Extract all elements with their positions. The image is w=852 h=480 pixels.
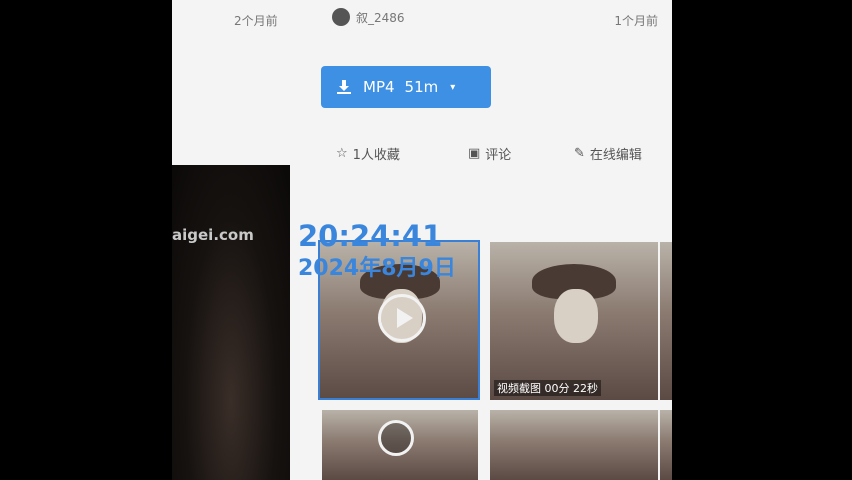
download-button[interactable]: MP4 51m ▾ (321, 66, 491, 108)
favorite-button[interactable]: ☆ 1人收藏 (336, 144, 400, 163)
comment-label: 评论 (485, 148, 512, 163)
timestamp-time: 20:24:41 (298, 219, 443, 253)
download-format: MP4 (363, 78, 395, 96)
post-time-left: 2个月前 (234, 14, 278, 28)
action-bar: ☆ 1人收藏 ▣ 评论 ✎ 在线编辑 (172, 140, 672, 166)
download-size: 51m (404, 78, 439, 96)
meta-row: 2个月前 叙_2486 1个月前 (172, 8, 672, 32)
comment-icon: ▣ (468, 146, 481, 161)
watermark: aigei.com (172, 226, 254, 244)
edit-button[interactable]: ✎ 在线编辑 (574, 144, 642, 163)
timestamp-date: 2024年8月9日 (298, 256, 456, 281)
avatar (332, 8, 350, 26)
chevron-down-icon: ▾ (450, 81, 456, 93)
favorite-label: 1人收藏 (352, 148, 400, 163)
right-letterbox (672, 0, 852, 480)
video-thumbnail[interactable] (660, 242, 672, 400)
star-icon: ☆ (336, 146, 348, 161)
download-icon (337, 80, 351, 94)
video-thumbnail[interactable] (490, 410, 658, 480)
play-icon[interactable] (378, 420, 414, 456)
video-thumbnail[interactable] (322, 410, 478, 480)
comment-button[interactable]: ▣ 评论 (468, 144, 511, 163)
duration-label: 视频截图 00分 22秒 (494, 380, 601, 396)
username: 叙_2486 (356, 10, 405, 25)
pencil-icon: ✎ (574, 146, 585, 161)
video-thumbnail[interactable]: 视频截图 00分 22秒 (490, 242, 658, 400)
user-link[interactable]: 叙_2486 (332, 8, 405, 26)
video-preview-panel[interactable] (172, 165, 290, 480)
edit-label: 在线编辑 (589, 148, 642, 163)
figure-face (553, 289, 598, 344)
video-thumbnail[interactable] (660, 410, 672, 480)
post-time-right: 1个月前 (614, 14, 658, 28)
